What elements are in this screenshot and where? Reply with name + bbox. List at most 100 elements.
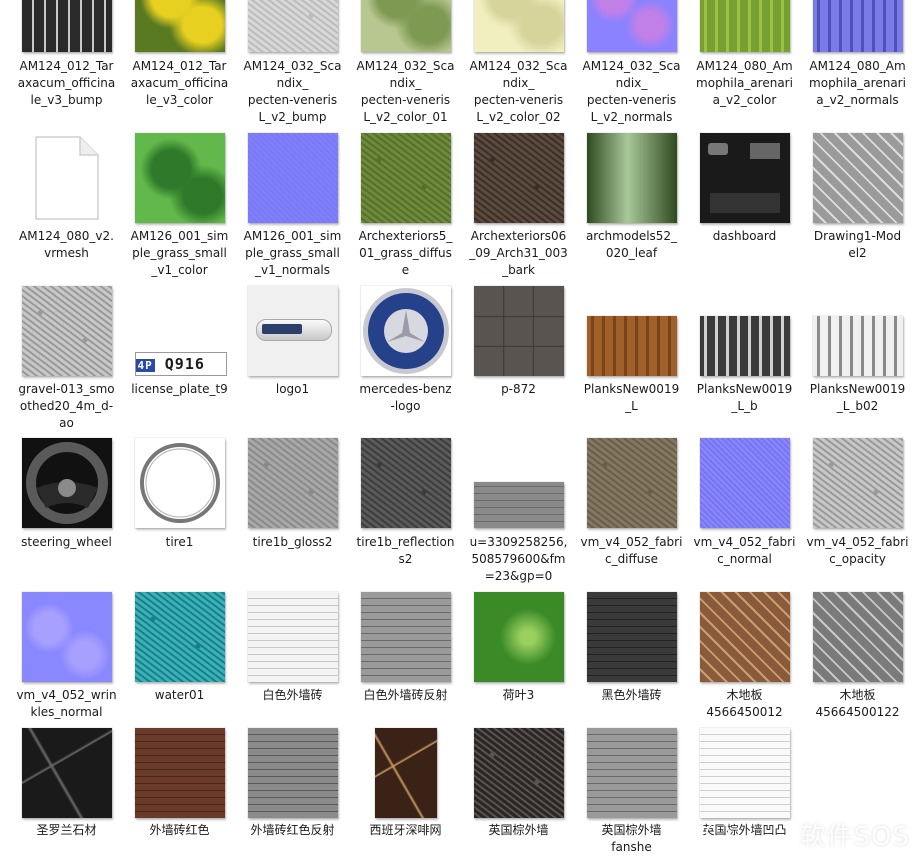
file-thumbnail[interactable] [134, 133, 225, 223]
file-thumbnail[interactable] [473, 592, 564, 682]
file-name-line: ao [59, 416, 74, 430]
file-thumbnail[interactable] [812, 133, 903, 223]
file-name: AM124_080_Am mophila_arenari a_v2_color [688, 58, 801, 109]
file-thumbnail[interactable] [586, 0, 677, 52]
file-name-line: 木地板 [726, 688, 763, 702]
file-thumbnail[interactable] [360, 133, 451, 223]
file-thumbnail[interactable] [473, 0, 564, 52]
file-thumbnail[interactable] [360, 592, 451, 682]
file-name-line: c_opacity [829, 552, 886, 566]
file-name: Archexteriors06 _09_Arch31_003 _bark [462, 228, 575, 279]
file-name-line: c_normal [717, 552, 772, 566]
file-thumbnail[interactable] [21, 286, 112, 376]
file-thumbnail[interactable] [247, 592, 338, 682]
file-thumbnail[interactable] [586, 133, 677, 223]
file-thumbnail[interactable] [473, 728, 564, 818]
file-name: Archexteriors5_ 01_grass_diffus e [349, 228, 462, 279]
file-name-line: Drawing1-Mod [813, 229, 902, 243]
file-name-line: 白色外墙砖 [262, 688, 323, 702]
file-name-line: L_v2_normals [590, 110, 673, 124]
file-name-line: AM124_032_Sca [243, 59, 342, 73]
file-thumbnail[interactable] [134, 438, 225, 528]
file-name-line: tire1 [165, 535, 194, 549]
file-name-line: mophila_arenari [809, 76, 906, 90]
file-name-line: u=3309258256, [469, 535, 568, 549]
file-thumbnail[interactable] [812, 592, 903, 682]
file-thumbnail[interactable] [473, 286, 564, 376]
file-thumbnail[interactable] [699, 0, 790, 52]
file-thumbnail[interactable] [134, 592, 225, 682]
file-thumbnail[interactable] [699, 728, 790, 818]
file-name-line: 荷叶3 [502, 688, 535, 702]
file-name: 白色外墙砖反射 [349, 687, 462, 704]
file-thumbnail[interactable] [247, 728, 338, 818]
file-thumbnail[interactable] [812, 438, 903, 528]
file-thumbnail[interactable] [473, 133, 564, 223]
file-name-line: dashboard [712, 229, 777, 243]
file-thumbnail[interactable] [360, 286, 451, 376]
file-name-line: logo1 [275, 382, 310, 396]
file-name-line: mercedes-benz [359, 382, 452, 396]
file-name-line: ple_grass_small [245, 246, 340, 260]
file-name-line: _L_b [731, 399, 758, 413]
file-thumbnail[interactable] [812, 316, 903, 376]
file-name: PlanksNew0019 _L [575, 381, 688, 415]
file-thumbnail[interactable] [586, 316, 677, 376]
file-thumbnail[interactable] [21, 133, 112, 223]
file-name: 西班牙深啡网 [349, 822, 462, 839]
file-name-line: ndix_ [276, 76, 309, 90]
file-name-line: 01_grass_diffus [359, 246, 452, 260]
file-thumbnail[interactable] [699, 438, 790, 528]
file-name: AM124_080_Am mophila_arenari a_v2_normals [801, 58, 914, 109]
file-name: AM126_001_sim ple_grass_small _v1_normals [236, 228, 349, 279]
file-thumbnail[interactable] [374, 728, 437, 818]
file-name: AM124_012_Tar axacum_officina le_v3_bump [10, 58, 123, 109]
file-thumbnail[interactable] [247, 0, 338, 52]
file-name-line: a_v2_color [712, 93, 777, 107]
file-name: vm_v4_052_fabri c_normal [688, 534, 801, 568]
file-name: tire1 [123, 534, 236, 551]
file-name-line: AM124_080_Am [809, 59, 906, 73]
file-thumbnail[interactable] [247, 438, 338, 528]
file-name: AM124_012_Tar axacum_officina le_v3_color [123, 58, 236, 109]
file-name: license_plate_t9 [123, 381, 236, 398]
file-thumbnail[interactable] [21, 0, 112, 52]
file-thumbnail[interactable] [360, 0, 451, 52]
file-thumbnail[interactable] [134, 728, 225, 818]
file-name-line: vm_v4_052_fabri [806, 535, 909, 549]
file-name: Drawing1-Mod el2 [801, 228, 914, 262]
file-thumbnail[interactable] [21, 728, 112, 818]
file-thumbnail[interactable] [360, 438, 451, 528]
watermark: 软件SOS [799, 822, 910, 852]
file-thumbnail[interactable] [699, 133, 790, 223]
file-name: 外墙砖红色反射 [236, 822, 349, 839]
file-thumbnail[interactable] [21, 438, 112, 528]
file-thumbnail[interactable] [247, 286, 338, 376]
file-thumbnail[interactable] [247, 133, 338, 223]
file-thumbnail[interactable] [586, 592, 677, 682]
file-thumbnail[interactable] [586, 438, 677, 528]
file-thumbnail[interactable] [21, 592, 112, 682]
file-thumbnail[interactable] [473, 482, 564, 528]
file-thumbnail[interactable] [699, 316, 790, 376]
file-name-line: axacum_officina [17, 76, 116, 90]
file-name-line: archmodels52_ [585, 229, 678, 243]
file-name-line: axacum_officina [130, 76, 229, 90]
file-name-line: c_diffuse [604, 552, 659, 566]
file-name: p-872 [462, 381, 575, 398]
file-thumbnail[interactable]: 4P Q916 [134, 286, 227, 376]
file-thumbnail[interactable] [812, 0, 903, 52]
file-name: AM124_080_v2. vrmesh [10, 228, 123, 262]
file-name-line: L_v2_color_02 [476, 110, 561, 124]
file-name-line: pecten-veneris [586, 93, 677, 107]
file-name-line: _L [625, 399, 638, 413]
file-thumbnail[interactable] [586, 728, 677, 818]
file-thumbnail[interactable] [699, 592, 790, 682]
file-name-line: -logo [390, 399, 421, 413]
file-name-line: ple_grass_small [132, 246, 227, 260]
file-name-line: 外墙砖红色反射 [250, 823, 335, 837]
file-thumbnail[interactable] [134, 0, 225, 52]
file-name: vm_v4_052_fabri c_diffuse [575, 534, 688, 568]
file-name-line: steering_wheel [21, 535, 112, 549]
file-name-line: el2 [848, 246, 867, 260]
